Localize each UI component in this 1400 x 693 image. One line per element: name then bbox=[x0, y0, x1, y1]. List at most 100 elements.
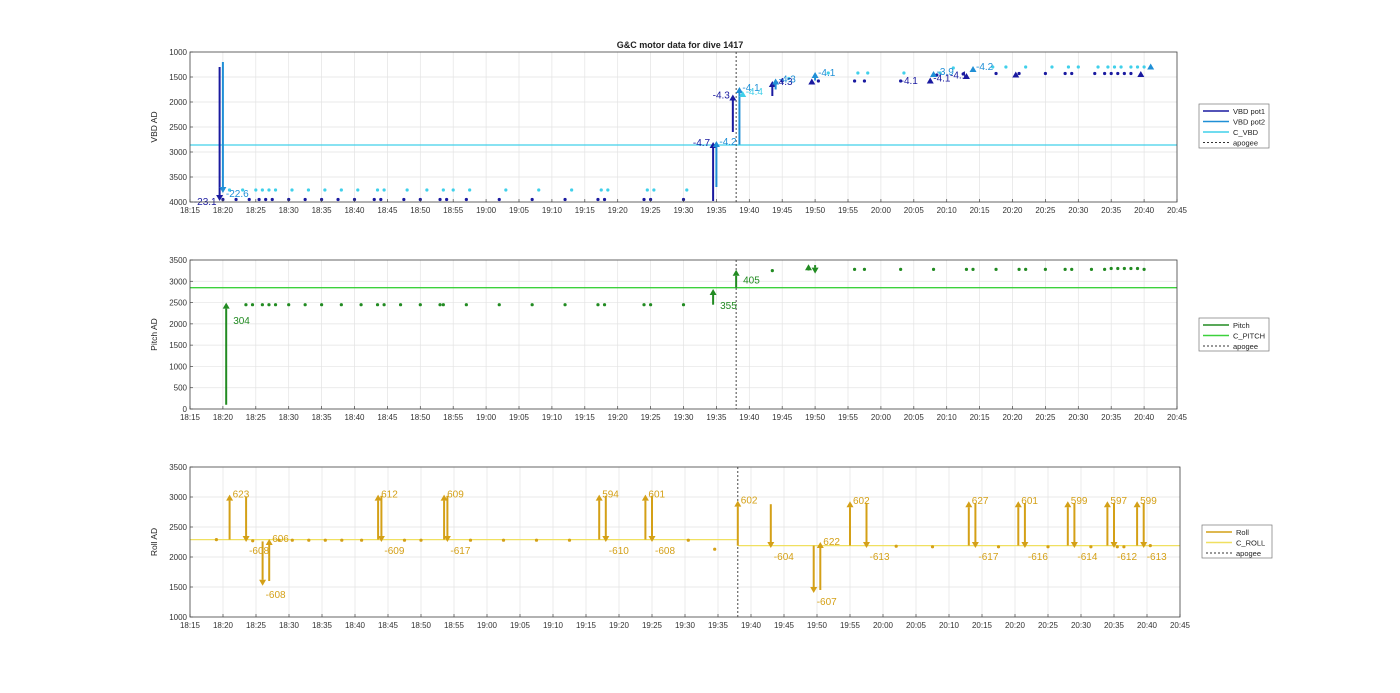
arrow-label: -4.1 bbox=[950, 71, 968, 82]
x-tick-label: 19:10 bbox=[542, 413, 563, 422]
y-tick-label: 3500 bbox=[169, 463, 187, 472]
y-tick-label: 3000 bbox=[169, 277, 187, 286]
x-tick-label: 19:50 bbox=[807, 621, 828, 630]
x-tick-label: 20:45 bbox=[1167, 413, 1188, 422]
x-tick-label: 19:30 bbox=[673, 413, 694, 422]
arrow-label: 612 bbox=[381, 490, 398, 501]
x-tick-label: 20:05 bbox=[906, 621, 927, 630]
data-point bbox=[964, 267, 969, 271]
arrow-label: -608 bbox=[655, 546, 675, 557]
data-point bbox=[468, 538, 473, 542]
panel-pitch: 304 355 405 18:15 18:20 18:25 18:30 18:35 18:40 1… bbox=[149, 256, 1270, 422]
data-point bbox=[1063, 71, 1067, 76]
data-point bbox=[994, 71, 998, 76]
x-tick-label: 18:30 bbox=[279, 621, 300, 630]
data-point bbox=[1142, 65, 1146, 69]
legend-label: Roll bbox=[1236, 528, 1249, 537]
data-point bbox=[438, 303, 442, 307]
data-point bbox=[816, 79, 820, 83]
data-point bbox=[602, 197, 607, 202]
data-point bbox=[530, 197, 534, 202]
data-point bbox=[359, 303, 363, 307]
arrow-label: 627 bbox=[972, 496, 989, 507]
data-point bbox=[1017, 267, 1021, 271]
data-point bbox=[1116, 266, 1120, 271]
data-point bbox=[372, 197, 376, 202]
arrow-label: 405 bbox=[743, 275, 760, 286]
data-point bbox=[1116, 71, 1120, 76]
data-point bbox=[468, 188, 472, 192]
x-tick-label: 19:20 bbox=[608, 206, 629, 215]
x-tick-label: 19:15 bbox=[575, 206, 596, 215]
data-point bbox=[1070, 267, 1074, 271]
y-tick-label: 2000 bbox=[169, 320, 187, 329]
x-tick-label: 19:30 bbox=[673, 206, 694, 215]
arrow-label: 606 bbox=[272, 534, 289, 545]
x-tick-label: 20:00 bbox=[871, 206, 892, 215]
data-point bbox=[287, 303, 291, 307]
legend-label: Pitch bbox=[1233, 321, 1250, 330]
arrow-label: -612 bbox=[1117, 552, 1137, 563]
data-point bbox=[497, 303, 501, 307]
data-point bbox=[866, 71, 870, 75]
x-tick-label: 19:40 bbox=[741, 621, 762, 630]
data-point bbox=[1089, 545, 1093, 549]
data-point bbox=[402, 538, 407, 542]
arrow-label: -4.4 bbox=[746, 87, 764, 98]
y-tick-label: 2500 bbox=[169, 299, 187, 308]
y-tick-label: 3500 bbox=[169, 173, 187, 182]
x-tick-label: 19:05 bbox=[509, 413, 530, 422]
x-tick-label: 19:15 bbox=[575, 413, 596, 422]
data-point bbox=[307, 538, 311, 542]
legend-label: C_ROLL bbox=[1236, 539, 1265, 548]
x-tick-label: 19:00 bbox=[476, 206, 497, 215]
y-tick-label: 2500 bbox=[169, 123, 187, 132]
x-tick-label: 20:20 bbox=[1005, 621, 1026, 630]
arrow-label: -4.1 bbox=[818, 68, 836, 79]
data-point bbox=[685, 188, 689, 192]
legend-label: VBD pot2 bbox=[1233, 118, 1265, 127]
data-point bbox=[267, 188, 271, 192]
data-point bbox=[441, 303, 445, 307]
x-tick-label: 19:10 bbox=[542, 206, 563, 215]
data-point bbox=[375, 188, 380, 192]
panel-roll: 623-608-608606612-609609-617594-610601-6… bbox=[149, 463, 1273, 630]
y-tick-label: 1000 bbox=[169, 613, 187, 622]
data-point bbox=[1089, 267, 1094, 271]
x-tick-label: 18:55 bbox=[444, 621, 465, 630]
x-tick-label: 19:35 bbox=[708, 621, 729, 630]
x-tick-label: 19:05 bbox=[510, 621, 531, 630]
y-tick-label: 2500 bbox=[169, 523, 187, 532]
data-point bbox=[244, 303, 248, 307]
arrow-label: -22.6 bbox=[226, 189, 249, 200]
arrow-label: -4.3 bbox=[713, 91, 731, 102]
arrow-label: -610 bbox=[609, 546, 629, 557]
data-point bbox=[464, 303, 468, 307]
data-point bbox=[852, 79, 857, 83]
x-tick-label: 20:15 bbox=[970, 413, 991, 422]
x-tick-label: 20:45 bbox=[1170, 621, 1191, 630]
arrow-label: 601 bbox=[648, 490, 665, 501]
data-point bbox=[994, 267, 998, 271]
data-point bbox=[273, 303, 278, 307]
data-point bbox=[382, 303, 386, 307]
arrow-label: -607 bbox=[817, 597, 837, 608]
x-tick-label: 18:20 bbox=[213, 413, 234, 422]
data-point bbox=[290, 188, 294, 192]
x-tick-label: 19:00 bbox=[476, 413, 497, 422]
data-point bbox=[652, 188, 656, 192]
arrow-label: -609 bbox=[384, 546, 404, 557]
data-point bbox=[642, 197, 646, 202]
data-point bbox=[1129, 65, 1133, 69]
y-axis-label: Pitch AD bbox=[149, 318, 159, 351]
data-point bbox=[645, 188, 649, 192]
data-point bbox=[1103, 267, 1107, 271]
data-point bbox=[537, 188, 541, 192]
data-point bbox=[375, 303, 380, 307]
data-point bbox=[563, 303, 567, 307]
data-point bbox=[596, 303, 600, 307]
data-point bbox=[996, 545, 1001, 549]
x-tick-label: 18:30 bbox=[279, 206, 300, 215]
x-tick-label: 18:30 bbox=[279, 413, 300, 422]
data-point bbox=[402, 197, 406, 202]
